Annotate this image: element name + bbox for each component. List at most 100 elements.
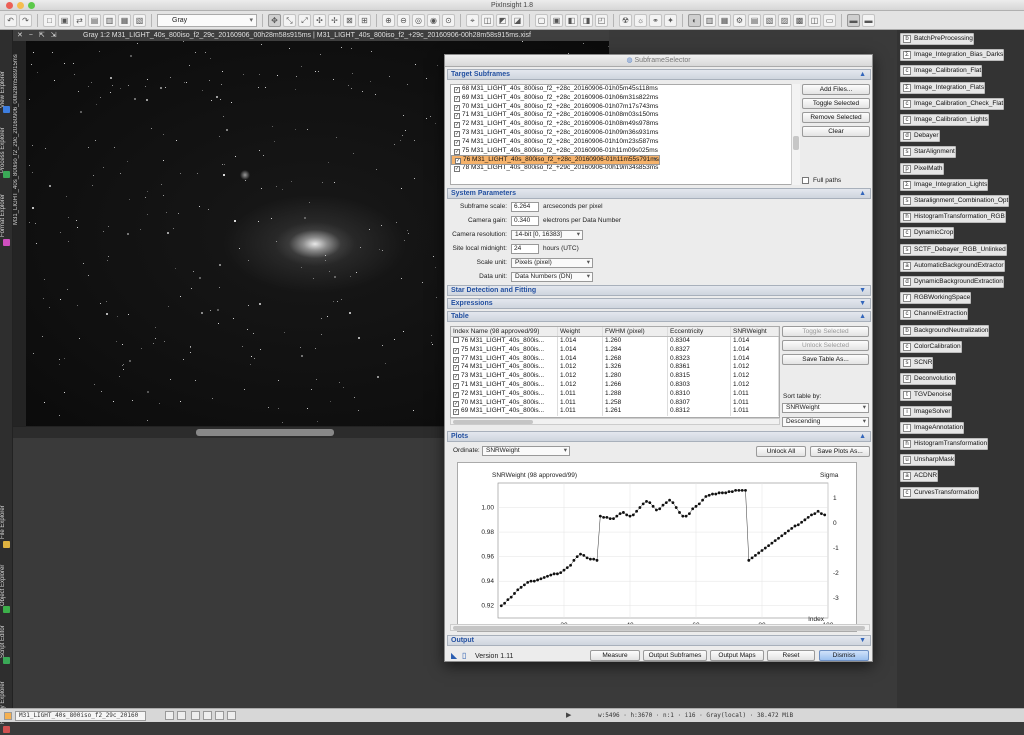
- process-icon-acdnr[interactable]: a ACDNR: [900, 470, 939, 483]
- histogram-icon[interactable]: ▥: [703, 13, 716, 27]
- add-files-button[interactable]: Add Files...: [802, 84, 870, 95]
- list-item[interactable]: ✓ 72 M31_LIGHT_40s_800iso_f2_+28c_2016090…: [451, 120, 799, 129]
- mask-show-icon[interactable]: ▢: [535, 13, 548, 27]
- subframe-checkbox[interactable]: ✓: [454, 139, 460, 146]
- zoom-fit-icon[interactable]: ◉: [427, 13, 440, 27]
- reset-button[interactable]: Reset: [767, 650, 815, 661]
- zoom-window-button[interactable]: [28, 2, 35, 9]
- process-icon-scnr[interactable]: s SCNR: [900, 357, 934, 369]
- table-unlock-selected-button[interactable]: Unlock Selected: [782, 340, 869, 351]
- table-row[interactable]: ✓ 75 M31_LIGHT_40s_800is... 1.014 1.284 0.83…: [451, 345, 779, 355]
- channel-g-icon[interactable]: ▥: [103, 13, 116, 27]
- shrink-icon[interactable]: ⊠: [343, 13, 356, 27]
- row-checkbox[interactable]: [453, 337, 459, 343]
- column-header[interactable]: Index Name (98 approved/99): [451, 327, 558, 336]
- process-icon-unsharpmask[interactable]: u UnsharpMask: [900, 454, 956, 467]
- explorer-icon[interactable]: ▧: [763, 13, 776, 27]
- plot-scrollbar-thumb[interactable]: [453, 626, 865, 630]
- expand-icon[interactable]: ▼: [859, 299, 866, 308]
- process-icon-imageannotation[interactable]: i ImageAnnotation: [900, 421, 965, 434]
- move-icon[interactable]: ✣: [313, 13, 326, 27]
- snrweight-chart[interactable]: 0.920.940.960.981.00-3-2-10120406080100S…: [458, 463, 858, 633]
- process-icon-histogramtransformation[interactable]: h HistogramTransformation: [900, 438, 989, 450]
- site-midnight-spinbox[interactable]: 24: [511, 244, 539, 254]
- row-checkbox[interactable]: ✓: [453, 356, 459, 363]
- process-icon-staralignment[interactable]: s StarAlignment: [900, 146, 956, 159]
- layout-c-icon[interactable]: [215, 711, 224, 720]
- stf-boost-icon[interactable]: ✦: [664, 13, 677, 27]
- target-subframes-list[interactable]: ✓ 68 M31_LIGHT_40s_800iso_f2_+28c_2016090…: [450, 84, 800, 185]
- table-row[interactable]: ✓ 73 M31_LIGHT_40s_800is... 1.012 1.280 0.83…: [451, 372, 779, 381]
- layout-b-icon[interactable]: [203, 711, 212, 720]
- zoom-out-icon[interactable]: ⊖: [397, 13, 410, 27]
- collapse-icon[interactable]: ▲: [859, 70, 866, 79]
- table-row[interactable]: ✓ 71 M31_LIGHT_40s_800is... 1.012 1.266 0.83…: [451, 380, 779, 390]
- collapse-icon[interactable]: ▲: [859, 432, 866, 441]
- layout-d-icon[interactable]: [227, 711, 236, 720]
- process-icon-image-integration-bias-darks[interactable]: Σ Image_Integration_Bias_Darks: [900, 49, 1005, 62]
- expand-icon[interactable]: ▼: [859, 636, 866, 645]
- expand-icon[interactable]: ⤢: [298, 13, 311, 27]
- subframe-checkbox[interactable]: ✓: [454, 87, 460, 93]
- preview-icon[interactable]: ◫: [481, 13, 494, 27]
- subframe-checkbox[interactable]: ✓: [454, 113, 460, 120]
- subframe-checkbox[interactable]: ✓: [455, 158, 461, 165]
- row-checkbox[interactable]: ✓: [453, 374, 459, 381]
- collapse-icon[interactable]: ▲: [859, 312, 866, 321]
- script-icon[interactable]: ▩: [793, 13, 806, 27]
- undo-icon[interactable]: ↶: [4, 13, 17, 27]
- column-header[interactable]: Weight: [558, 327, 603, 336]
- list-item[interactable]: ✓ 70 M31_LIGHT_40s_800iso_f2_+28c_2016090…: [451, 103, 799, 112]
- camera-resolution-select[interactable]: 14-bit [0, 16383]: [511, 230, 583, 240]
- workspace-2-icon[interactable]: ▬: [862, 13, 875, 27]
- new-image-icon[interactable]: □: [43, 13, 56, 27]
- row-checkbox[interactable]: ✓: [453, 400, 459, 407]
- process-icon-histogramtransformation-rgb[interactable]: h HistogramTransformation_RGB: [900, 211, 1006, 224]
- process-icon-automaticbackgroundextractor[interactable]: a AutomaticBackgroundExtractor: [900, 259, 1005, 272]
- zoom-1-1-icon[interactable]: ◎: [412, 13, 425, 27]
- table-h-scrollbar[interactable]: [450, 418, 780, 425]
- camera-gain-input[interactable]: 0.340: [511, 216, 539, 226]
- view-selector[interactable]: M31_LIGHT_40s_800iso_f2_29c_20160: [15, 711, 146, 721]
- redo-icon[interactable]: ↷: [19, 13, 32, 27]
- prev-view-icon[interactable]: [165, 711, 174, 720]
- measurements-table[interactable]: Index Name (98 approved/99) Weight FWHM (p…: [450, 326, 780, 418]
- dynamic-icon[interactable]: ◪: [511, 13, 524, 27]
- subframe-checkbox[interactable]: ✓: [454, 130, 460, 137]
- close-window-button[interactable]: [6, 2, 13, 9]
- list-item[interactable]: ✓ 75 M31_LIGHT_40s_800iso_f2_+28c_2016090…: [451, 147, 799, 156]
- list-item[interactable]: ✓ 71 M31_LIGHT_40s_800iso_f2_+28c_2016090…: [451, 111, 799, 120]
- full-paths-checkbox[interactable]: [802, 177, 809, 184]
- remove-selected-button[interactable]: Remove Selected: [802, 112, 870, 123]
- process-icon-rgbworkingspace[interactable]: r RGBWorkingSpace: [900, 292, 972, 305]
- save-table-button[interactable]: Save Table As...: [782, 354, 869, 365]
- preview-edit-icon[interactable]: ◩: [496, 13, 509, 27]
- subframe-checkbox[interactable]: ✓: [454, 104, 460, 111]
- display-mode-select[interactable]: Gray: [157, 13, 257, 27]
- subframe-checkbox[interactable]: ✓: [454, 166, 460, 173]
- process-icon-debayer[interactable]: d Debayer: [900, 130, 940, 143]
- duplicate-icon[interactable]: ▣: [58, 13, 71, 27]
- sort-by-select[interactable]: SNRWeight: [782, 403, 869, 413]
- section-plots[interactable]: Plots ▲: [447, 431, 871, 442]
- ordinate-select[interactable]: SNRWeight: [482, 446, 570, 456]
- minimize-window-button[interactable]: [17, 2, 24, 9]
- dismiss-button[interactable]: Dismiss: [819, 650, 869, 661]
- section-output[interactable]: Output ▼: [447, 635, 871, 646]
- zoom-window-icon[interactable]: ⊙: [442, 13, 455, 27]
- list-scrollbar-thumb[interactable]: [793, 136, 799, 150]
- process-icon-image-calibration-flat[interactable]: c Image_Calibration_Flat: [900, 65, 983, 78]
- subframe-checkbox[interactable]: ✓: [454, 122, 460, 129]
- process-icon-channelextraction[interactable]: c ChannelExtraction: [900, 308, 969, 321]
- measure-button[interactable]: Measure: [590, 650, 640, 661]
- table-row[interactable]: ✓ 77 M31_LIGHT_40s_800is... 1.014 1.268 0.83…: [451, 354, 779, 364]
- stf-auto-icon[interactable]: ☼: [634, 13, 647, 27]
- section-table[interactable]: Table ▲: [447, 311, 871, 322]
- next-view-icon[interactable]: [177, 711, 186, 720]
- list-item[interactable]: ✓ 69 M31_LIGHT_40s_800iso_f2_+28c_2016090…: [451, 94, 799, 103]
- unlock-all-button[interactable]: Unlock All: [756, 446, 806, 457]
- table-row[interactable]: ✓ 69 M31_LIGHT_40s_800is... 1.011 1.261 0.83…: [451, 407, 779, 417]
- grow-icon[interactable]: ⊞: [358, 13, 371, 27]
- subframe-scale-input[interactable]: 6.264: [511, 202, 539, 212]
- data-unit-select[interactable]: Data Numbers (DN): [511, 272, 593, 282]
